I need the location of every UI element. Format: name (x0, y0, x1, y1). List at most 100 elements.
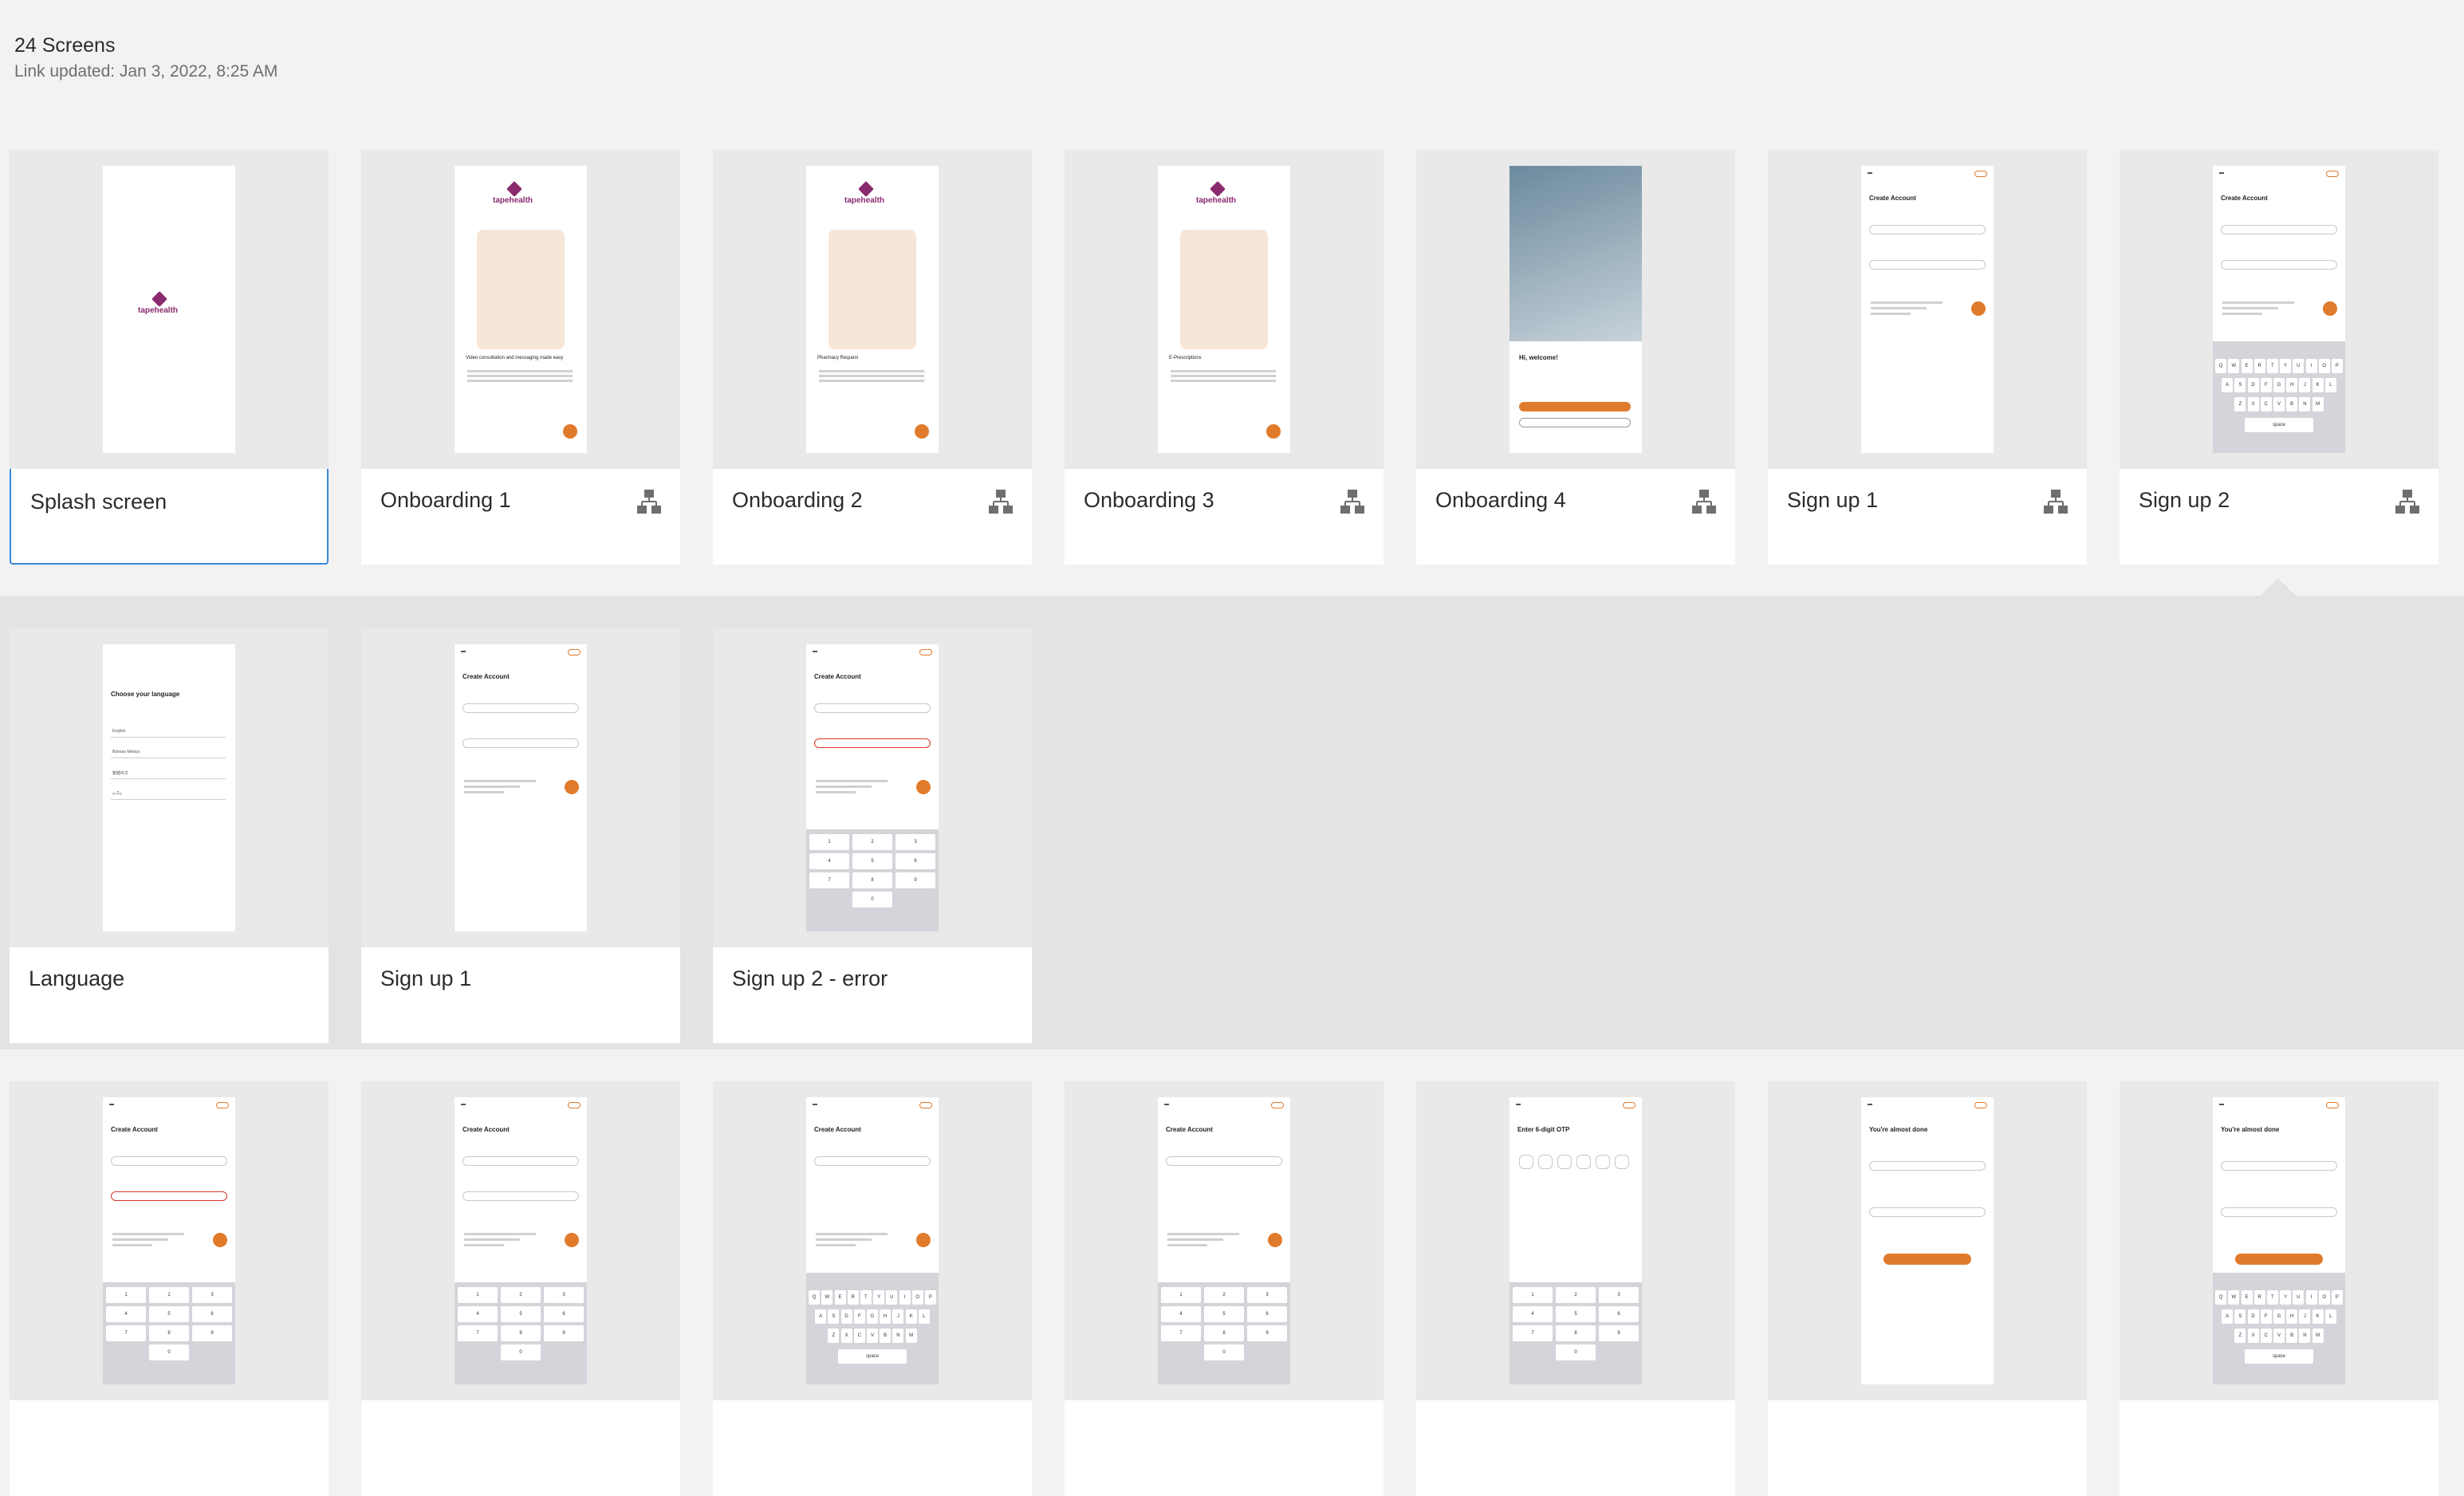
next-button[interactable] (2323, 301, 2337, 316)
numpad-key[interactable]: 4 (1513, 1306, 1553, 1322)
numpad-key[interactable]: 2 (149, 1287, 189, 1303)
numpad-key[interactable]: 9 (544, 1325, 584, 1341)
text-field[interactable] (111, 1191, 227, 1201)
numpad-key[interactable]: 8 (1556, 1325, 1596, 1341)
keyboard-key[interactable]: P (2331, 1290, 2343, 1305)
numpad-key[interactable]: 1 (1513, 1287, 1553, 1303)
keyboard-key[interactable]: G (2273, 378, 2285, 392)
numpad-key[interactable]: 1 (809, 834, 849, 850)
keyboard-key[interactable]: D (2247, 1309, 2259, 1324)
keyboard-key[interactable]: M (905, 1329, 917, 1343)
keyboard-key[interactable]: L (2324, 1309, 2336, 1324)
keyboard-key[interactable]: Z (828, 1329, 840, 1343)
keyboard-key[interactable]: Z (2234, 397, 2246, 411)
keyboard-key[interactable]: G (2273, 1309, 2285, 1324)
numpad-key[interactable]: 0 (1556, 1344, 1596, 1360)
keyboard-key[interactable]: U (886, 1290, 898, 1305)
keyboard-key[interactable]: K (905, 1309, 917, 1324)
keyboard-key[interactable]: F (2260, 378, 2272, 392)
screen-thumbnail[interactable]: tapehealth Pharmacy Request (713, 150, 1032, 469)
sign-in-button[interactable] (1519, 402, 1631, 411)
keyboard-key[interactable]: X (2247, 397, 2259, 411)
create-account-button[interactable] (1883, 1254, 1971, 1265)
keyboard-key[interactable]: P (924, 1290, 936, 1305)
numpad-key[interactable]: 9 (1599, 1325, 1639, 1341)
text-field[interactable] (462, 1156, 579, 1166)
language-option[interactable]: Bahasa Melayu (112, 750, 140, 754)
numpad-key[interactable]: 3 (895, 834, 935, 850)
next-button[interactable] (1971, 301, 1986, 316)
screen-card[interactable]: Create Account 1 2 3 4 5 6 7 8 9 0 Sign up 2 - erro… (713, 628, 1032, 1043)
keyboard-key[interactable]: U (2293, 359, 2305, 373)
keyboard-key[interactable]: S (828, 1309, 840, 1324)
keyboard-key[interactable]: L (918, 1309, 930, 1324)
numpad-key[interactable]: 1 (106, 1287, 146, 1303)
screen-card[interactable]: Create Account Q W E R T Y U I O P A S D F G H J K L Z X C V B N M… (713, 1081, 1032, 1496)
numpad-key[interactable]: 5 (1556, 1306, 1596, 1322)
flow-icon[interactable] (1339, 488, 1366, 515)
create-account-button[interactable] (1519, 418, 1631, 427)
language-option[interactable]: 繁體中文 (112, 770, 128, 776)
keyboard-key[interactable]: R (2253, 359, 2265, 373)
screen-thumbnail[interactable]: Create Account 1 2 3 4 5 6 7 8 9 0 (10, 1081, 329, 1400)
next-button[interactable] (565, 780, 579, 794)
keyboard-key[interactable]: J (892, 1309, 904, 1324)
screen-thumbnail[interactable]: Create Account 1 2 3 4 5 6 7 8 9 0 (361, 1081, 680, 1400)
keyboard-key[interactable]: A (815, 1309, 827, 1324)
screen-thumbnail[interactable]: Create Account Q W E R T Y U I O P A S D F G H J K L Z X C V B N M… (713, 1081, 1032, 1400)
keyboard-key[interactable]: B (880, 1329, 892, 1343)
numpad-key[interactable]: 0 (501, 1344, 541, 1360)
keyboard-key[interactable]: Q (2215, 359, 2227, 373)
keyboard-key[interactable]: B (2286, 397, 2298, 411)
keyboard-key[interactable]: C (853, 1329, 865, 1343)
screen-thumbnail[interactable]: Enter 6-digit OTP 1 2 3 4 5 6 7 8 9 0 (1416, 1081, 1735, 1400)
screen-card[interactable]: You're almost done Q W E R T Y U I O P A S D F G H J K L Z X C… (2120, 1081, 2438, 1496)
keyboard-key[interactable]: P (2331, 359, 2343, 373)
numpad-key[interactable]: 6 (192, 1306, 232, 1322)
confirm-password-field[interactable] (2221, 1207, 2337, 1217)
text-field[interactable] (814, 738, 931, 748)
text-field[interactable] (2221, 225, 2337, 234)
keyboard-key[interactable]: W (2228, 1290, 2240, 1305)
keyboard-key[interactable]: Y (2280, 359, 2292, 373)
keyboard-key[interactable]: X (2247, 1329, 2259, 1343)
keyboard-key[interactable]: D (2247, 378, 2259, 392)
keyboard-key[interactable]: E (834, 1290, 846, 1305)
numpad-key[interactable]: 4 (106, 1306, 146, 1322)
text-field[interactable] (1166, 1156, 1282, 1166)
numpad-key[interactable]: 3 (1599, 1287, 1639, 1303)
keyboard-key[interactable]: O (911, 1290, 923, 1305)
numpad-key[interactable]: 5 (852, 853, 892, 869)
keyboard-key[interactable]: I (2305, 359, 2317, 373)
numpad-key[interactable]: 9 (895, 872, 935, 888)
text-field[interactable] (462, 738, 579, 748)
space-key[interactable]: space (838, 1349, 907, 1364)
screen-card[interactable]: tapehealth Pharmacy Request Onboarding 2 (713, 150, 1032, 565)
numpad-key[interactable]: 9 (192, 1325, 232, 1341)
screen-card[interactable]: Create Account 1 2 3 4 5 6 7 8 9 0 (361, 1081, 680, 1496)
numpad-key[interactable]: 0 (1204, 1344, 1244, 1360)
keyboard-key[interactable]: T (2266, 1290, 2278, 1305)
numpad-key[interactable]: 0 (149, 1344, 189, 1360)
screen-card[interactable]: You're almost done (1768, 1081, 2087, 1496)
language-option[interactable]: English (112, 729, 125, 734)
screen-card[interactable]: Hi, welcome! Onboarding 4 (1416, 150, 1735, 565)
flow-icon[interactable] (2042, 488, 2069, 515)
screen-card[interactable]: Create Account 1 2 3 4 5 6 7 8 9 0 (1065, 1081, 1384, 1496)
keyboard-key[interactable]: N (892, 1329, 904, 1343)
keyboard-key[interactable]: Y (873, 1290, 885, 1305)
screen-thumbnail[interactable]: You're almost done Q W E R T Y U I O P A S D F G H J K L Z X C… (2120, 1081, 2438, 1400)
keyboard-key[interactable]: S (2234, 378, 2246, 392)
keyboard-key[interactable]: I (899, 1290, 911, 1305)
numpad-key[interactable]: 3 (192, 1287, 232, 1303)
numpad-key[interactable]: 6 (1247, 1306, 1287, 1322)
keyboard-key[interactable]: O (2318, 359, 2330, 373)
keyboard-key[interactable]: Q (2215, 1290, 2227, 1305)
keyboard-key[interactable]: M (2312, 397, 2324, 411)
keyboard-key[interactable]: S (2234, 1309, 2246, 1324)
keyboard-key[interactable]: U (2293, 1290, 2305, 1305)
flow-icon[interactable] (987, 488, 1014, 515)
numpad-key[interactable]: 6 (1599, 1306, 1639, 1322)
screen-thumbnail[interactable]: Create Account 1 2 3 4 5 6 7 8 9 0 (713, 628, 1032, 947)
keyboard-key[interactable]: T (860, 1290, 872, 1305)
